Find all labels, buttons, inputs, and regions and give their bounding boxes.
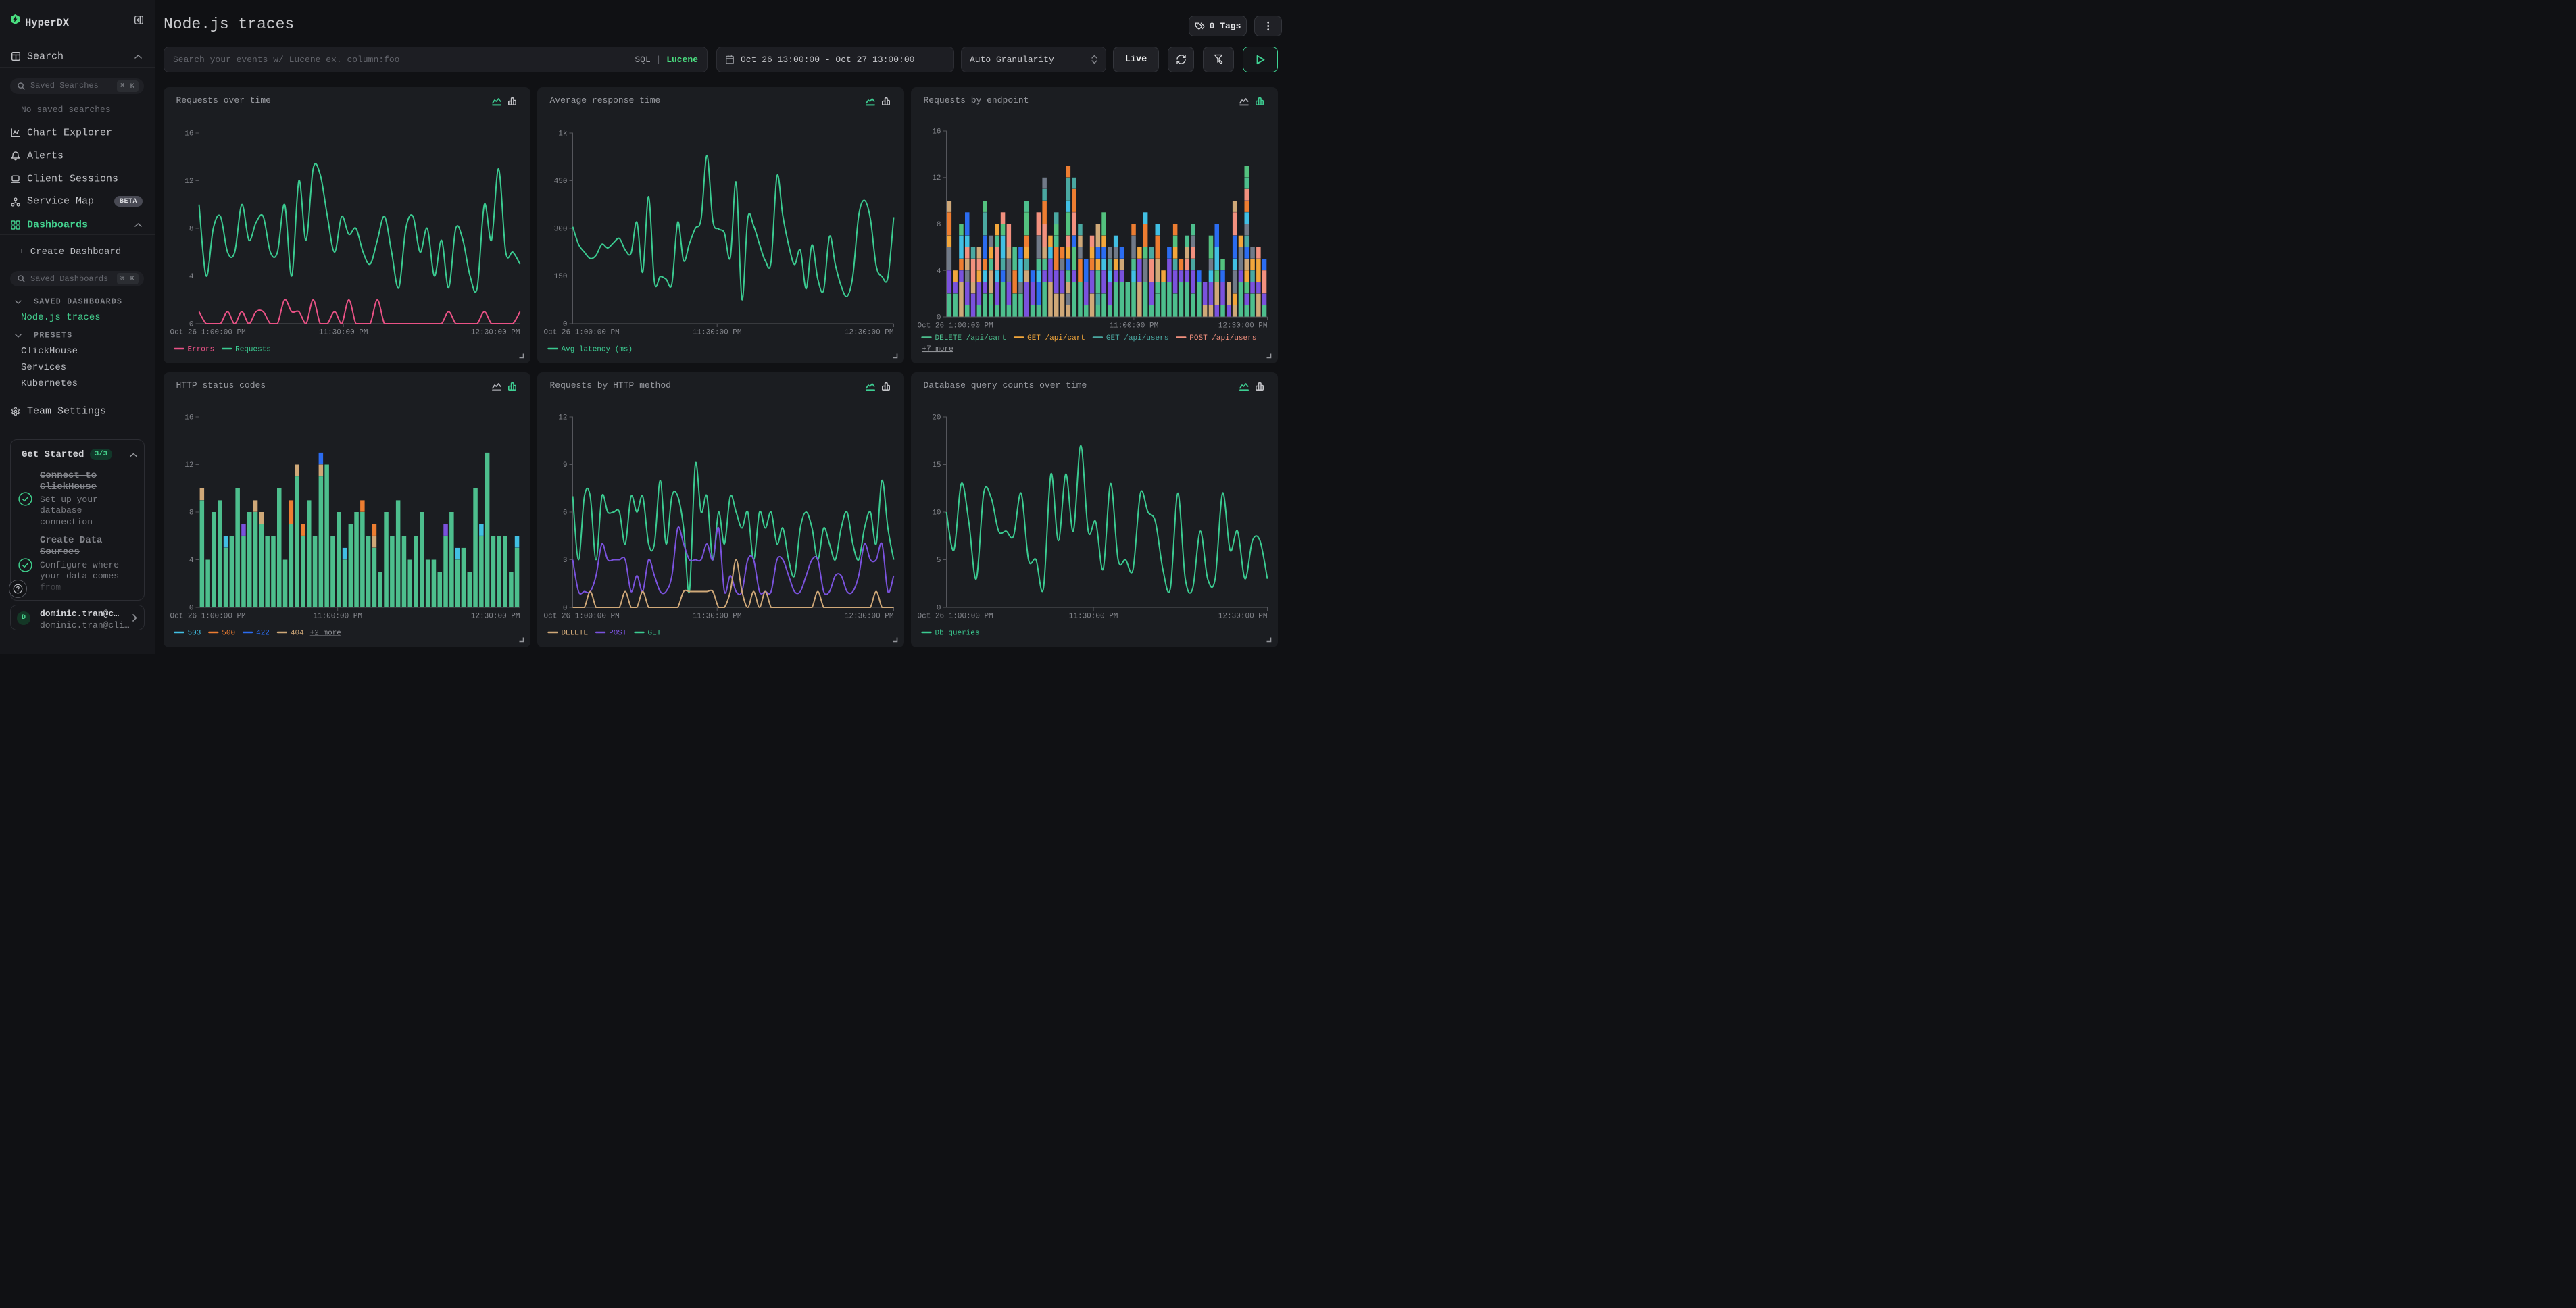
svg-text:12:30:00 PM: 12:30:00 PM bbox=[1218, 322, 1267, 330]
svg-text:16: 16 bbox=[184, 130, 193, 139]
svg-text:11:00:00 PM: 11:00:00 PM bbox=[1109, 322, 1158, 330]
svg-text:0: 0 bbox=[562, 605, 567, 613]
svg-text:Requests: Requests bbox=[235, 346, 271, 354]
svg-text:11:00:00 PM: 11:00:00 PM bbox=[313, 613, 362, 621]
svg-text:0: 0 bbox=[189, 321, 193, 329]
svg-text:5: 5 bbox=[936, 557, 941, 565]
svg-text:11:30:00 PM: 11:30:00 PM bbox=[692, 329, 741, 337]
svg-text:1k: 1k bbox=[558, 130, 568, 139]
svg-text:450: 450 bbox=[553, 178, 567, 186]
svg-text:+2 more: +2 more bbox=[309, 630, 341, 638]
svg-text:Oct 26 1:00:00 PM: Oct 26 1:00:00 PM bbox=[170, 613, 245, 621]
svg-text:404: 404 bbox=[290, 630, 303, 638]
svg-text:500: 500 bbox=[222, 630, 235, 638]
svg-text:150: 150 bbox=[553, 273, 567, 281]
svg-text:Db queries: Db queries bbox=[935, 630, 979, 638]
svg-text:6: 6 bbox=[562, 509, 567, 518]
svg-text:0: 0 bbox=[189, 605, 193, 613]
svg-text:12: 12 bbox=[932, 174, 941, 182]
svg-text:Oct 26 1:00:00 PM: Oct 26 1:00:00 PM bbox=[543, 329, 619, 337]
svg-text:Oct 26 1:00:00 PM: Oct 26 1:00:00 PM bbox=[917, 613, 993, 621]
svg-text:503: 503 bbox=[187, 630, 201, 638]
svg-text:12:30:00 PM: 12:30:00 PM bbox=[1218, 613, 1267, 621]
svg-text:8: 8 bbox=[189, 509, 193, 518]
svg-text:422: 422 bbox=[256, 630, 270, 638]
svg-text:POST /api/users: POST /api/users bbox=[1189, 334, 1256, 343]
svg-text:12: 12 bbox=[184, 178, 193, 186]
svg-text:Errors: Errors bbox=[187, 346, 214, 354]
svg-text:0: 0 bbox=[936, 605, 941, 613]
svg-text:Avg latency (ms): Avg latency (ms) bbox=[561, 346, 633, 354]
svg-text:12:30:00 PM: 12:30:00 PM bbox=[844, 329, 893, 337]
svg-text:16: 16 bbox=[184, 414, 193, 422]
svg-text:4: 4 bbox=[189, 557, 193, 565]
svg-text:10: 10 bbox=[932, 509, 941, 518]
svg-text:11:30:00 PM: 11:30:00 PM bbox=[692, 613, 741, 621]
svg-text:Oct 26 1:00:00 PM: Oct 26 1:00:00 PM bbox=[917, 322, 993, 330]
svg-text:9: 9 bbox=[562, 461, 567, 470]
svg-text:11:30:00 PM: 11:30:00 PM bbox=[1068, 613, 1118, 621]
svg-text:Oct 26 1:00:00 PM: Oct 26 1:00:00 PM bbox=[170, 329, 245, 337]
svg-text:12:30:00 PM: 12:30:00 PM bbox=[470, 329, 520, 337]
svg-text:15: 15 bbox=[932, 461, 941, 470]
svg-text:12: 12 bbox=[558, 414, 567, 422]
svg-text:DELETE /api/cart: DELETE /api/cart bbox=[935, 334, 1006, 343]
svg-text:4: 4 bbox=[189, 273, 193, 281]
svg-text:DELETE: DELETE bbox=[561, 630, 588, 638]
svg-text:12: 12 bbox=[184, 461, 193, 470]
svg-text:POST: POST bbox=[609, 630, 627, 638]
svg-text:300: 300 bbox=[553, 226, 567, 234]
svg-text:+7 more: +7 more bbox=[922, 345, 953, 353]
svg-text:4: 4 bbox=[936, 268, 941, 276]
svg-text:0: 0 bbox=[936, 314, 941, 322]
svg-text:GET /api/cart: GET /api/cart bbox=[1027, 334, 1085, 343]
svg-text:20: 20 bbox=[932, 414, 941, 422]
svg-text:12:30:00 PM: 12:30:00 PM bbox=[844, 613, 893, 621]
svg-text:8: 8 bbox=[936, 221, 941, 229]
svg-text:16: 16 bbox=[932, 128, 941, 136]
svg-text:11:30:00 PM: 11:30:00 PM bbox=[318, 329, 368, 337]
svg-text:0: 0 bbox=[562, 321, 567, 329]
svg-text:GET /api/users: GET /api/users bbox=[1106, 334, 1168, 343]
svg-text:3: 3 bbox=[562, 557, 567, 565]
svg-text:12:30:00 PM: 12:30:00 PM bbox=[470, 613, 520, 621]
svg-text:GET: GET bbox=[647, 630, 661, 638]
svg-text:Oct 26 1:00:00 PM: Oct 26 1:00:00 PM bbox=[543, 613, 619, 621]
svg-text:8: 8 bbox=[189, 226, 193, 234]
